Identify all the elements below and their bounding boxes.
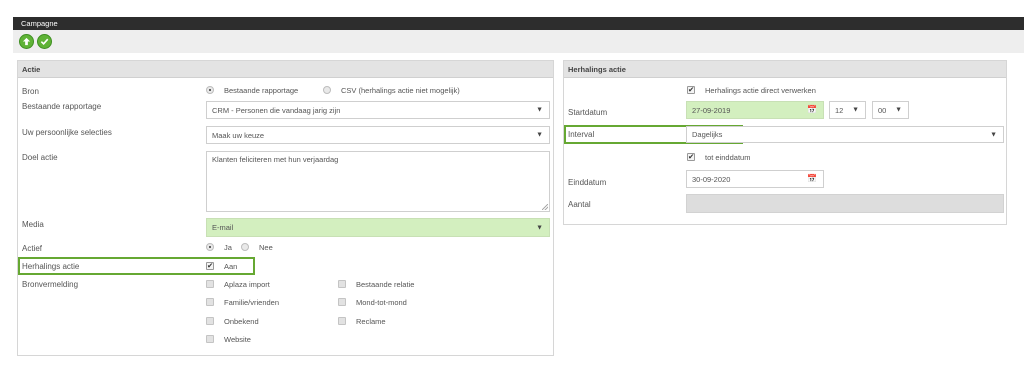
bron-option-familie[interactable]: Familie/vrienden (224, 298, 279, 307)
chevron-down-icon: ▼ (536, 224, 543, 231)
selecties-value: Maak uw keuze (212, 130, 265, 140)
herhalings-label: Herhalings actie (22, 262, 80, 271)
chevron-down-icon: ▼ (536, 106, 543, 114)
calendar-icon[interactable]: 📅 (807, 105, 817, 114)
bron-checkbox-familie[interactable] (206, 298, 214, 306)
bron-option-csv[interactable]: CSV (herhalings actie niet mogelijk) (341, 86, 460, 95)
actie-panel-title: Actie (18, 61, 553, 78)
tot-einddatum-label[interactable]: tot einddatum (705, 153, 750, 162)
window-title: Campagne (13, 17, 1024, 30)
media-label: Media (22, 220, 44, 229)
arrow-up-icon[interactable] (19, 34, 34, 49)
media-value: E-mail (212, 223, 234, 232)
rapportage-select[interactable]: CRM - Personen die vandaag jarig zijn ▼ (206, 101, 550, 119)
bron-option-website[interactable]: Website (224, 335, 251, 344)
selecties-select[interactable]: Maak uw keuze ▼ (206, 126, 550, 144)
resize-grip-icon[interactable] (542, 204, 548, 210)
bron-radio-csv[interactable] (323, 86, 331, 94)
aantal-label: Aantal (568, 200, 591, 209)
direct-verwerken-checkbox[interactable] (687, 85, 695, 94)
interval-select[interactable]: Dagelijks ▼ (686, 126, 1004, 143)
toolbar (13, 30, 1024, 53)
start-hour-value: 12 (835, 105, 844, 115)
einddatum-input[interactable]: 30-09-2020 📅 (686, 170, 824, 188)
chevron-down-icon: ▼ (852, 106, 859, 114)
checkmark-icon[interactable] (37, 34, 52, 49)
herhalings-checkbox[interactable] (206, 261, 214, 270)
doel-label: Doel actie (22, 153, 58, 162)
tot-einddatum-checkbox[interactable] (687, 152, 695, 161)
bron-option-mond[interactable]: Mond-tot-mond (356, 298, 407, 307)
chevron-down-icon: ▼ (895, 106, 902, 114)
einddatum-label: Einddatum (568, 178, 607, 187)
aantal-input (686, 194, 1004, 213)
startdatum-value: 27-09-2019 (692, 105, 731, 115)
calendar-icon[interactable]: 📅 (807, 174, 817, 183)
startdatum-label: Startdatum (568, 108, 608, 117)
interval-value: Dagelijks (692, 130, 723, 139)
bron-label: Bron (22, 87, 39, 96)
interval-label: Interval (568, 130, 595, 139)
start-minute-value: 00 (878, 105, 887, 115)
chevron-down-icon: ▼ (536, 131, 543, 139)
herhalings-checkbox-label[interactable]: Aan (224, 262, 237, 271)
doel-textarea[interactable]: Klanten feliciteren met hun verjaardag (206, 151, 550, 212)
media-select[interactable]: E-mail ▼ (206, 218, 550, 237)
direct-verwerken-label[interactable]: Herhalings actie direct verwerken (705, 86, 816, 95)
bron-checkbox-onbekend[interactable] (206, 317, 214, 325)
start-minute-select[interactable]: 00 ▼ (872, 101, 909, 119)
bron-checkbox-mond[interactable] (338, 298, 346, 306)
rapportage-label: Bestaande rapportage (22, 102, 102, 111)
bron-option-bestaande-relatie[interactable]: Bestaande relatie (356, 280, 414, 289)
bronvermelding-label: Bronvermelding (22, 280, 79, 289)
bron-checkbox-reclame[interactable] (338, 317, 346, 325)
actief-radio-ja[interactable] (206, 243, 214, 251)
rapportage-value: CRM - Personen die vandaag jarig zijn (212, 105, 341, 115)
bron-checkbox-aplaza[interactable] (206, 280, 214, 288)
doel-value: Klanten feliciteren met hun verjaardag (212, 155, 339, 164)
chevron-down-icon: ▼ (990, 131, 997, 138)
actief-option-ja[interactable]: Ja (224, 243, 232, 252)
bron-checkbox-website[interactable] (206, 335, 214, 343)
selecties-label: Uw persoonlijke selecties (22, 128, 112, 137)
actief-radio-nee[interactable] (241, 243, 249, 251)
start-hour-select[interactable]: 12 ▼ (829, 101, 866, 119)
startdatum-input[interactable]: 27-09-2019 📅 (686, 101, 824, 119)
actief-label: Actief (22, 244, 43, 253)
bron-option-bestaande[interactable]: Bestaande rapportage (224, 86, 298, 95)
actief-option-nee[interactable]: Nee (259, 243, 273, 252)
bron-option-reclame[interactable]: Reclame (356, 317, 386, 326)
bron-radio-bestaande[interactable] (206, 86, 214, 94)
bron-option-onbekend[interactable]: Onbekend (224, 317, 259, 326)
herhaling-panel-title: Herhalings actie (564, 61, 1006, 78)
bron-option-aplaza[interactable]: Aplaza import (224, 280, 270, 289)
einddatum-value: 30-09-2020 (692, 174, 731, 184)
bron-checkbox-bestaande-relatie[interactable] (338, 280, 346, 288)
